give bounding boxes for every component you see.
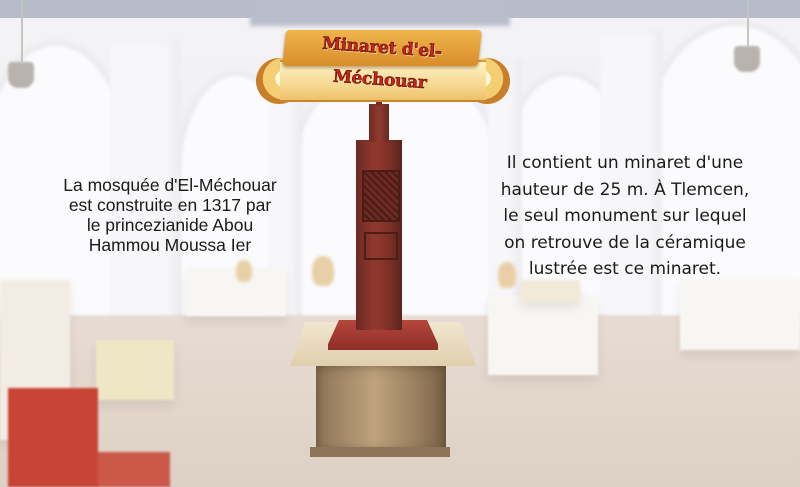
lamp-chain <box>21 0 23 62</box>
hanging-lamp <box>734 46 760 72</box>
minaret-ceramic-panel <box>362 170 400 222</box>
caption-left: La mosquée d'El-Méchouar est construite … <box>20 175 320 255</box>
caption-line: est construite en 1317 par <box>68 195 272 215</box>
ceiling-beam <box>250 0 510 26</box>
hanging-lamp <box>8 62 34 88</box>
red-exhibit-block <box>8 388 98 487</box>
minaret-arch-panel <box>364 232 398 260</box>
red-exhibit-block <box>96 452 170 487</box>
lamp-chain <box>747 0 749 46</box>
display-cabinet <box>680 280 800 350</box>
pedestal-body <box>316 366 446 452</box>
caption-line: hauteur de 25 m. À Tlemcen, <box>500 179 750 200</box>
caption-right: Il contient un minaret d'une hauteur de … <box>452 150 798 283</box>
pottery-jar <box>312 256 334 286</box>
display-stand <box>96 340 174 400</box>
caption-line: Hammou Moussa Ier <box>88 235 252 255</box>
caption-line: Il contient un minaret d'une <box>506 153 744 173</box>
pottery-jar <box>236 260 252 282</box>
display-box <box>520 280 580 302</box>
display-cabinet <box>488 295 598 375</box>
pedestal-base <box>310 447 450 457</box>
caption-line: lustrée est ce minaret. <box>528 259 722 279</box>
caption-line: on retrouve de la céramique <box>504 232 746 253</box>
minaret-lantern <box>369 104 389 142</box>
caption-line: La mosquée d'El-Méchouar <box>63 175 277 195</box>
caption-line: le princezianide Abou <box>86 215 254 235</box>
caption-line: le seul monument sur lequel <box>503 206 747 226</box>
